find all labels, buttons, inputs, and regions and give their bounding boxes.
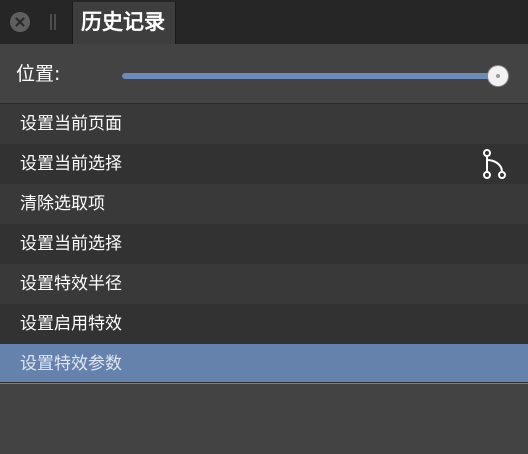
position-row: 位置: — [0, 44, 528, 104]
tab-history-label: 历史记录 — [81, 10, 165, 34]
panel-titlebar: 历史记录 — [0, 0, 528, 44]
history-item-label: 设置特效参数 — [20, 354, 122, 374]
history-item-label: 设置当前选择 — [20, 234, 122, 254]
history-item[interactable]: 设置特效半径 — [0, 264, 528, 304]
history-item-selected[interactable]: 设置特效参数 — [0, 344, 528, 384]
history-item-label: 设置当前选择 — [20, 154, 122, 174]
history-item[interactable]: 设置当前页面 — [0, 104, 528, 144]
history-list: 设置当前页面 设置当前选择 清除选取项 设置当前选择 设置特效半径 设置启用特效 设置特效参… — [0, 104, 528, 384]
tab-history[interactable]: 历史记录 — [72, 2, 176, 44]
position-slider[interactable] — [122, 66, 508, 86]
slider-fill — [122, 73, 502, 79]
history-item[interactable]: 设置当前选择 — [0, 224, 528, 264]
position-label: 位置: — [16, 63, 61, 85]
close-icon — [15, 17, 25, 27]
list-bottom-edge — [0, 382, 528, 383]
close-button[interactable] — [10, 12, 30, 32]
history-item-label: 设置启用特效 — [20, 314, 122, 334]
history-item[interactable]: 设置当前选择 — [0, 144, 528, 184]
branch-icon[interactable] — [480, 148, 508, 180]
history-item[interactable]: 清除选取项 — [0, 184, 528, 224]
slider-thumb[interactable] — [488, 66, 508, 86]
history-item[interactable]: 设置启用特效 — [0, 304, 528, 344]
history-item-label: 设置当前页面 — [20, 114, 122, 134]
drag-grip-icon[interactable] — [50, 14, 56, 30]
history-panel: 历史记录 位置: 设置当前页面 设置当前选择 清除选取项 设置当前选择 设置特效半径 设置… — [0, 0, 528, 454]
history-item-label: 设置特效半径 — [20, 274, 122, 294]
history-item-label: 清除选取项 — [20, 194, 105, 214]
